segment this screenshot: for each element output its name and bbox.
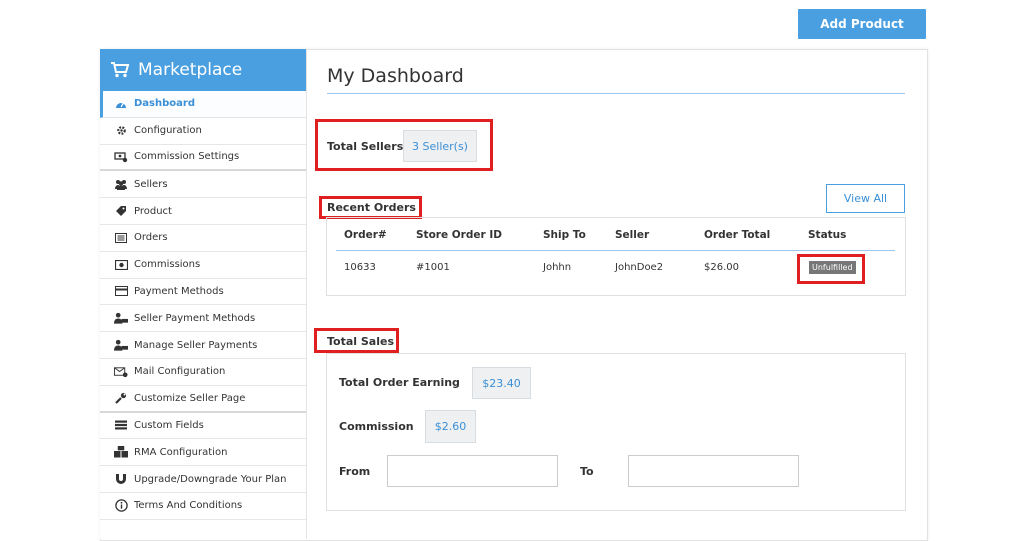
sidebar-item-configuration[interactable]: Configuration	[100, 117, 306, 145]
col-header-status: Status	[808, 229, 847, 241]
from-label: From	[339, 465, 371, 478]
dashboard-icon	[114, 97, 128, 111]
recent-orders-label: Recent Orders	[327, 201, 416, 214]
total-sales-box: Total Order Earning $23.40 Commission $2…	[326, 353, 906, 511]
list-icon	[114, 231, 128, 245]
sidebar-item-label: Seller Payment Methods	[134, 312, 256, 324]
boxes-icon	[114, 445, 128, 459]
col-header-ship-to: Ship To	[543, 229, 586, 241]
sidebar-item-payment-methods[interactable]: Payment Methods	[100, 278, 306, 306]
sidebar-item-dashboard[interactable]: Dashboard	[100, 91, 306, 118]
credit-card-icon	[114, 284, 128, 298]
add-product-button[interactable]: Add Product	[798, 9, 926, 39]
cell-store-order-id: #1001	[416, 262, 450, 273]
sidebar-item-label: Payment Methods	[134, 285, 224, 297]
sidebar-item-label: Manage Seller Payments	[134, 339, 258, 351]
sidebar-item-rma-configuration[interactable]: RMA Configuration	[100, 439, 306, 467]
sidebar-item-label: Customize Seller Page	[134, 392, 246, 404]
gear-icon	[114, 124, 128, 138]
to-date-input[interactable]	[628, 455, 799, 487]
money-icon	[114, 258, 128, 272]
sidebar-item-custom-fields[interactable]: Custom Fields	[100, 412, 306, 440]
sidebar-item-label: Upgrade/Downgrade Your Plan	[134, 473, 287, 485]
from-date-input[interactable]	[387, 455, 558, 487]
sidebar-item-customize-seller-page[interactable]: Customize Seller Page	[100, 385, 306, 413]
cell-ship-to: Johhn	[543, 262, 572, 273]
total-sellers-value: 3 Seller(s)	[403, 130, 477, 162]
sidebar-item-seller-payment-methods[interactable]: Seller Payment Methods	[100, 305, 306, 333]
sidebar-item-upgrade-plan[interactable]: Upgrade/Downgrade Your Plan	[100, 466, 306, 493]
mail-gear-icon	[114, 365, 128, 379]
col-header-seller: Seller	[615, 229, 650, 241]
sidebar-item-label: Commission Settings	[134, 151, 240, 163]
tag-icon	[114, 204, 128, 218]
sidebar-item-orders[interactable]: Orders	[100, 224, 306, 252]
view-all-button[interactable]: View All	[826, 184, 905, 213]
total-sellers-label: Total Sellers	[327, 140, 404, 153]
total-order-earning-value: $23.40	[472, 367, 531, 399]
sidebar: Marketplace Dashboard Configuration Comm…	[100, 49, 307, 539]
user-card-icon	[114, 311, 128, 325]
total-order-earning-label: Total Order Earning	[339, 376, 460, 389]
sidebar-item-label: Product	[134, 205, 172, 217]
commission-settings-icon	[114, 150, 128, 164]
sidebar-item-product[interactable]: Product	[100, 198, 306, 225]
sidebar-item-label: RMA Configuration	[134, 446, 228, 458]
sidebar-item-sellers[interactable]: Sellers	[100, 171, 306, 199]
sidebar-item-commission-settings[interactable]: Commission Settings	[100, 144, 306, 172]
table-header-divider	[336, 250, 895, 251]
sidebar-item-label: Commissions	[134, 259, 201, 271]
sidebar-item-manage-seller-payments[interactable]: Manage Seller Payments	[100, 332, 306, 359]
sidebar-item-commissions[interactable]: Commissions	[100, 251, 306, 279]
wrench-icon	[114, 391, 128, 405]
user-card-icon	[114, 338, 128, 352]
sidebar-item-label: Custom Fields	[134, 419, 204, 431]
total-sales-label: Total Sales	[327, 335, 395, 348]
cell-order[interactable]: 10633	[344, 262, 376, 273]
main-content: My Dashboard Total Sellers 3 Seller(s) R…	[307, 49, 925, 526]
info-icon	[114, 499, 128, 513]
cell-seller: JohnDoe2	[615, 262, 664, 273]
cell-order-total: $26.00	[704, 262, 739, 273]
sidebar-item-label: Orders	[134, 232, 168, 244]
sidebar-item-label: Mail Configuration	[134, 366, 226, 378]
sidebar-item-label: Configuration	[134, 125, 202, 137]
col-header-order-total: Order Total	[704, 229, 771, 241]
commission-value: $2.60	[425, 410, 476, 443]
recent-orders-table: Order# Store Order ID Ship To Seller Ord…	[326, 217, 906, 296]
commission-label: Commission	[339, 420, 414, 433]
to-label: To	[580, 465, 594, 478]
sidebar-item-label: Terms And Conditions	[134, 500, 243, 512]
sidebar-item-label: Sellers	[134, 178, 168, 190]
users-icon	[114, 177, 128, 191]
fields-icon	[114, 418, 128, 432]
magnet-icon	[114, 472, 128, 486]
status-badge: Unfulfilled	[808, 260, 857, 275]
sidebar-item-mail-configuration[interactable]: Mail Configuration	[100, 358, 306, 386]
cart-icon	[111, 62, 130, 78]
page-title: My Dashboard	[327, 65, 464, 87]
title-divider	[327, 93, 905, 94]
sidebar-item-label: Dashboard	[134, 98, 195, 110]
sidebar-header: Marketplace	[100, 49, 306, 91]
sidebar-title: Marketplace	[138, 60, 243, 80]
col-header-store-order-id: Store Order ID	[416, 229, 502, 241]
sidebar-item-terms[interactable]: Terms And Conditions	[100, 492, 306, 520]
col-header-order: Order#	[344, 229, 387, 241]
